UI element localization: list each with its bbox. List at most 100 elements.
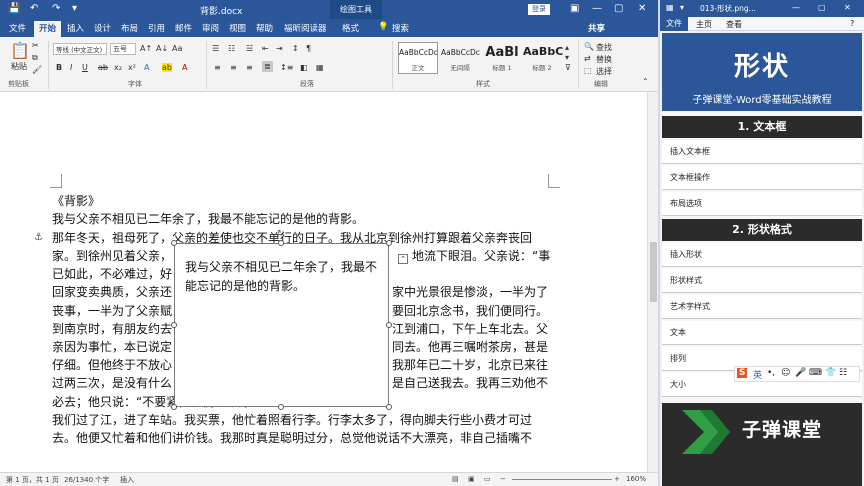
style-heading-2[interactable]: AaBbC 标题 2 xyxy=(522,42,563,74)
viewer-tab-view[interactable]: 查看 xyxy=(726,19,742,30)
viewer-minimize-icon[interactable]: — xyxy=(792,3,800,12)
resize-handle-right[interactable] xyxy=(386,322,392,328)
style-heading-1[interactable]: AaBl 标题 1 xyxy=(482,42,522,74)
ime-punct-icon[interactable]: •, xyxy=(767,368,775,378)
show-marks-icon[interactable]: ¶ xyxy=(306,44,311,53)
tab-review[interactable]: 审阅 xyxy=(202,22,219,34)
tab-mailings[interactable]: 邮件 xyxy=(175,22,192,34)
styles-scroll-up-icon[interactable]: ▴ xyxy=(565,43,569,52)
viewer-maximize-icon[interactable]: ▢ xyxy=(818,3,826,12)
undo-icon[interactable]: ↶ xyxy=(30,3,38,14)
sort-icon[interactable]: ↕ xyxy=(292,44,299,53)
rotate-handle-icon[interactable]: ↻ xyxy=(277,229,285,239)
tab-help[interactable]: 帮助 xyxy=(256,22,273,34)
multilevel-list-icon[interactable]: ☱ xyxy=(246,44,253,53)
ribbon-display-icon[interactable]: ▣ xyxy=(570,3,579,14)
increase-indent-icon[interactable]: ⇥ xyxy=(276,44,283,53)
tab-design[interactable]: 设计 xyxy=(94,22,111,34)
resize-handle-top[interactable] xyxy=(278,240,284,246)
maximize-button[interactable]: ▢ xyxy=(614,3,623,14)
status-page[interactable]: 第 1 页，共 1 页 xyxy=(6,475,59,485)
save-icon[interactable]: 💾 xyxy=(8,3,20,14)
vertical-scrollbar[interactable] xyxy=(647,92,658,472)
text-effects-icon[interactable]: A xyxy=(144,63,149,72)
align-left-icon[interactable]: ≡ xyxy=(214,63,221,72)
align-right-icon[interactable]: ≡ xyxy=(246,63,253,72)
viewer-tab-file[interactable]: 文件 xyxy=(660,17,688,31)
share-button[interactable]: 共享 xyxy=(588,22,605,34)
search-label[interactable]: 搜索 xyxy=(392,22,409,34)
replace-button[interactable]: 替换 xyxy=(596,54,612,65)
subscript-icon[interactable]: x₂ xyxy=(114,63,122,72)
format-painter-icon[interactable]: 🖌 xyxy=(32,65,42,74)
status-words[interactable]: 26/1340 个字 xyxy=(64,475,109,485)
viewer-close-icon[interactable]: ✕ xyxy=(844,3,851,12)
shading-icon[interactable]: ◧ xyxy=(300,63,308,72)
minimize-button[interactable]: — xyxy=(592,3,602,14)
select-icon[interactable]: ⬚ xyxy=(584,66,592,75)
find-icon[interactable]: 🔍 xyxy=(584,42,594,51)
viewer-help-icon[interactable]: ? xyxy=(850,19,854,28)
selected-text-box[interactable]: 我与父亲不相见已二年余了，我最不 能忘记的是他的背影。 xyxy=(174,243,389,407)
font-name-select[interactable]: 等线 (中文正文) xyxy=(53,43,107,55)
zoom-level[interactable]: 160% xyxy=(626,475,646,483)
grow-font-icon[interactable]: A↑ xyxy=(140,44,152,53)
justify-icon[interactable]: ≣ xyxy=(262,61,273,72)
decrease-indent-icon[interactable]: ⇤ xyxy=(262,44,269,53)
copy-icon[interactable]: ⧉ xyxy=(32,53,38,63)
tab-layout[interactable]: 布局 xyxy=(121,22,138,34)
layout-options-icon[interactable]: ⌃ xyxy=(398,254,408,264)
web-layout-icon[interactable]: ▭ xyxy=(484,475,491,483)
ime-toolbar[interactable]: S 英 •, ☺ 🎤 ⌨ 👕 ☷ xyxy=(734,366,860,382)
font-color-icon[interactable]: A xyxy=(182,63,187,72)
ime-emoji-icon[interactable]: ☺ xyxy=(781,368,790,378)
superscript-icon[interactable]: x² xyxy=(128,63,136,72)
font-size-select[interactable]: 五号 xyxy=(110,43,136,55)
select-button[interactable]: 选择 xyxy=(596,66,612,77)
ime-keyboard-icon[interactable]: ⌨ xyxy=(809,368,822,378)
zoom-slider[interactable] xyxy=(512,479,612,480)
styles-scroll-down-icon[interactable]: ▾ xyxy=(565,53,569,62)
viewer-tab-home[interactable]: 主页 xyxy=(696,19,712,30)
zoom-out-icon[interactable]: − xyxy=(500,475,506,483)
style-normal[interactable]: AaBbCcDc 正文 xyxy=(398,42,438,74)
ime-skin-icon[interactable]: 👕 xyxy=(825,368,836,378)
line-spacing-icon[interactable]: ↕≡ xyxy=(280,63,293,72)
resize-handle-top-right[interactable] xyxy=(386,240,392,246)
resize-handle-top-left[interactable] xyxy=(171,240,177,246)
read-mode-icon[interactable]: ▤ xyxy=(452,475,459,483)
resize-handle-bottom-right[interactable] xyxy=(386,404,392,410)
bullets-icon[interactable]: ☰ xyxy=(212,44,219,53)
redo-icon[interactable]: ↷ xyxy=(52,3,60,14)
change-case-icon[interactable]: Aa xyxy=(172,44,182,53)
tab-format[interactable]: 格式 xyxy=(342,22,359,34)
strikethrough-icon[interactable]: ab xyxy=(98,63,108,72)
resize-handle-left[interactable] xyxy=(171,322,177,328)
paste-icon[interactable]: 📋 xyxy=(10,41,30,60)
ime-voice-icon[interactable]: 🎤 xyxy=(795,368,806,378)
styles-more-icon[interactable]: ⊽ xyxy=(565,63,571,72)
italic-icon[interactable]: I xyxy=(70,63,72,72)
borders-icon[interactable]: ▦ xyxy=(316,63,324,72)
highlight-icon[interactable]: ab xyxy=(162,63,172,72)
tab-view[interactable]: 视图 xyxy=(229,22,246,34)
customize-qat-icon[interactable]: ▾ xyxy=(72,3,77,14)
replace-icon[interactable]: ⇄ xyxy=(584,54,591,63)
tab-foxit[interactable]: 福昕阅读器 xyxy=(284,22,327,34)
tab-file[interactable]: 文件 xyxy=(9,22,26,34)
paste-label[interactable]: 粘贴 xyxy=(11,61,27,72)
resize-handle-bottom[interactable] xyxy=(278,404,284,410)
resize-handle-bottom-left[interactable] xyxy=(171,404,177,410)
style-no-spacing[interactable]: AaBbCcDc 无间隔 xyxy=(440,42,480,74)
cut-icon[interactable]: ✂ xyxy=(32,41,39,50)
scrollbar-thumb[interactable] xyxy=(650,242,657,302)
login-button[interactable]: 登录 xyxy=(528,4,550,15)
tab-insert[interactable]: 插入 xyxy=(67,22,84,34)
ime-menu-icon[interactable]: ☷ xyxy=(839,368,847,378)
zoom-in-icon[interactable]: + xyxy=(614,475,620,483)
shrink-font-icon[interactable]: A↓ xyxy=(156,44,168,53)
bold-icon[interactable]: B xyxy=(56,63,62,72)
tab-home[interactable]: 开始 xyxy=(34,21,62,38)
collapse-ribbon-icon[interactable]: ⌃ xyxy=(642,77,649,86)
numbering-icon[interactable]: ☷ xyxy=(228,44,235,53)
